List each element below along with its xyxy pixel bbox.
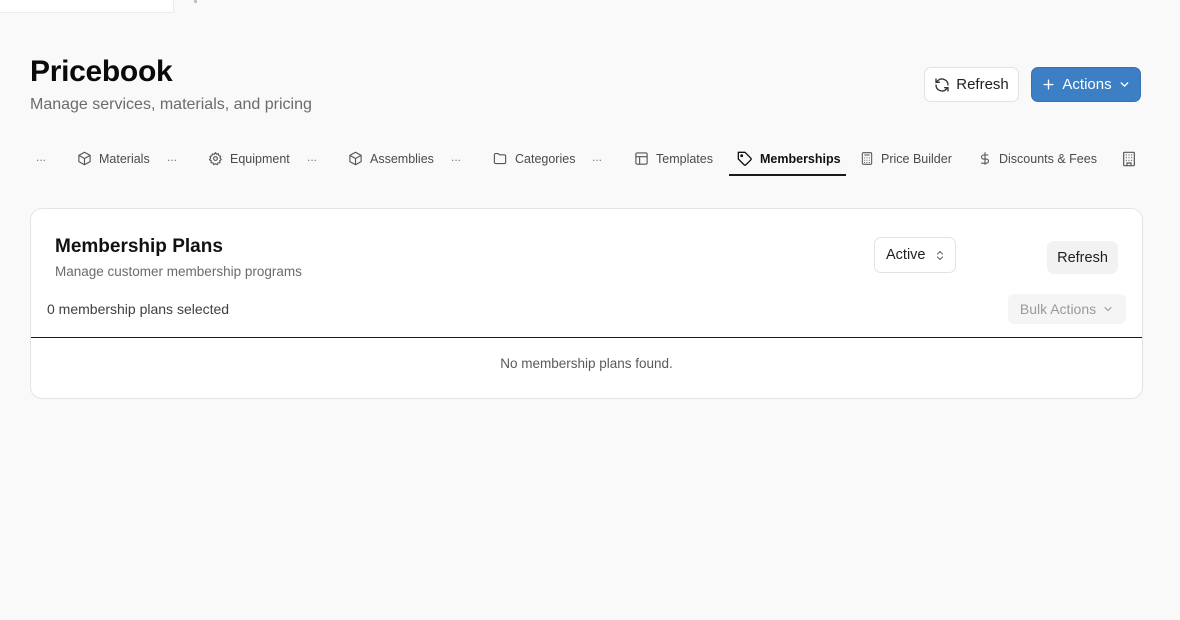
refresh-icon [935,77,949,92]
tab-memberships[interactable]: Memberships [737,140,841,177]
tab-price-builder[interactable]: Price Builder [860,140,952,177]
table-divider [31,337,1142,338]
tab-overflow-building[interactable] [1121,140,1137,177]
tab-label: Materials [99,151,150,166]
tab-label: Categories [515,151,576,166]
gear-icon [208,152,222,166]
pricebook-tabs: ... Materials ... Equipment ... Assembli… [30,140,1150,180]
tab-overflow-marker: ... [167,150,178,164]
building-icon [1123,151,1135,166]
browser-top-strip [0,0,1180,14]
folder-icon [493,152,507,165]
dollar-icon [980,152,990,165]
selection-count: 0 membership plans selected [47,301,230,317]
tab-label: Templates [656,151,713,166]
chevron-down-icon [1104,306,1112,312]
tab-label: Memberships [760,151,841,166]
tab-assemblies[interactable]: Assemblies [348,140,434,177]
status-filter-select[interactable]: Active [874,237,956,273]
tab-label: Equipment [230,151,290,166]
tab-overflow-marker: ... [451,150,462,164]
calculator-icon [861,152,873,165]
chevron-down-icon [1120,82,1128,87]
card-subtitle: Manage customer membership programs [55,264,302,279]
tab-label: Discounts & Fees [999,151,1097,166]
cube-icon [349,151,362,166]
top-tab-fragment [0,0,174,13]
cube-icon [78,151,91,166]
tab-overflow-marker: ... [36,150,47,164]
page-subtitle: Manage services, materials, and pricing [30,96,312,113]
top-strip-mark [194,0,197,3]
tab-equipment[interactable]: Equipment [208,140,290,177]
actions-button-label: Actions [1062,76,1112,93]
bulk-actions-button: Bulk Actions [1008,294,1126,324]
tab-overflow-marker: ... [307,150,318,164]
active-tab-indicator [729,174,846,176]
tab-categories[interactable]: Categories [492,140,575,177]
refresh-button-label: Refresh [956,76,1009,93]
empty-state-message: No membership plans found. [500,356,673,371]
tab-overflow-marker: ... [592,150,603,164]
bulk-actions-label: Bulk Actions [1019,301,1097,317]
tab-label: Price Builder [881,151,952,166]
page-title: Pricebook [30,55,173,88]
chevrons-up-down-icon [936,250,943,260]
tab-templates[interactable]: Templates [634,140,713,177]
tag-icon [737,151,752,166]
actions-button[interactable]: Actions [1031,67,1141,102]
card-refresh-button[interactable]: Refresh [1047,241,1118,274]
refresh-button[interactable]: Refresh [924,67,1019,102]
tab-materials[interactable]: Materials [77,140,150,177]
layout-icon [635,152,648,165]
card-title: Membership Plans [55,236,223,257]
tab-discounts-fees[interactable]: Discounts & Fees [978,140,1097,177]
plus-icon [1043,79,1054,90]
membership-plans-card: Membership Plans Manage customer members… [30,208,1143,399]
status-filter-value: Active [886,247,926,263]
tab-label: Assemblies [370,151,434,166]
